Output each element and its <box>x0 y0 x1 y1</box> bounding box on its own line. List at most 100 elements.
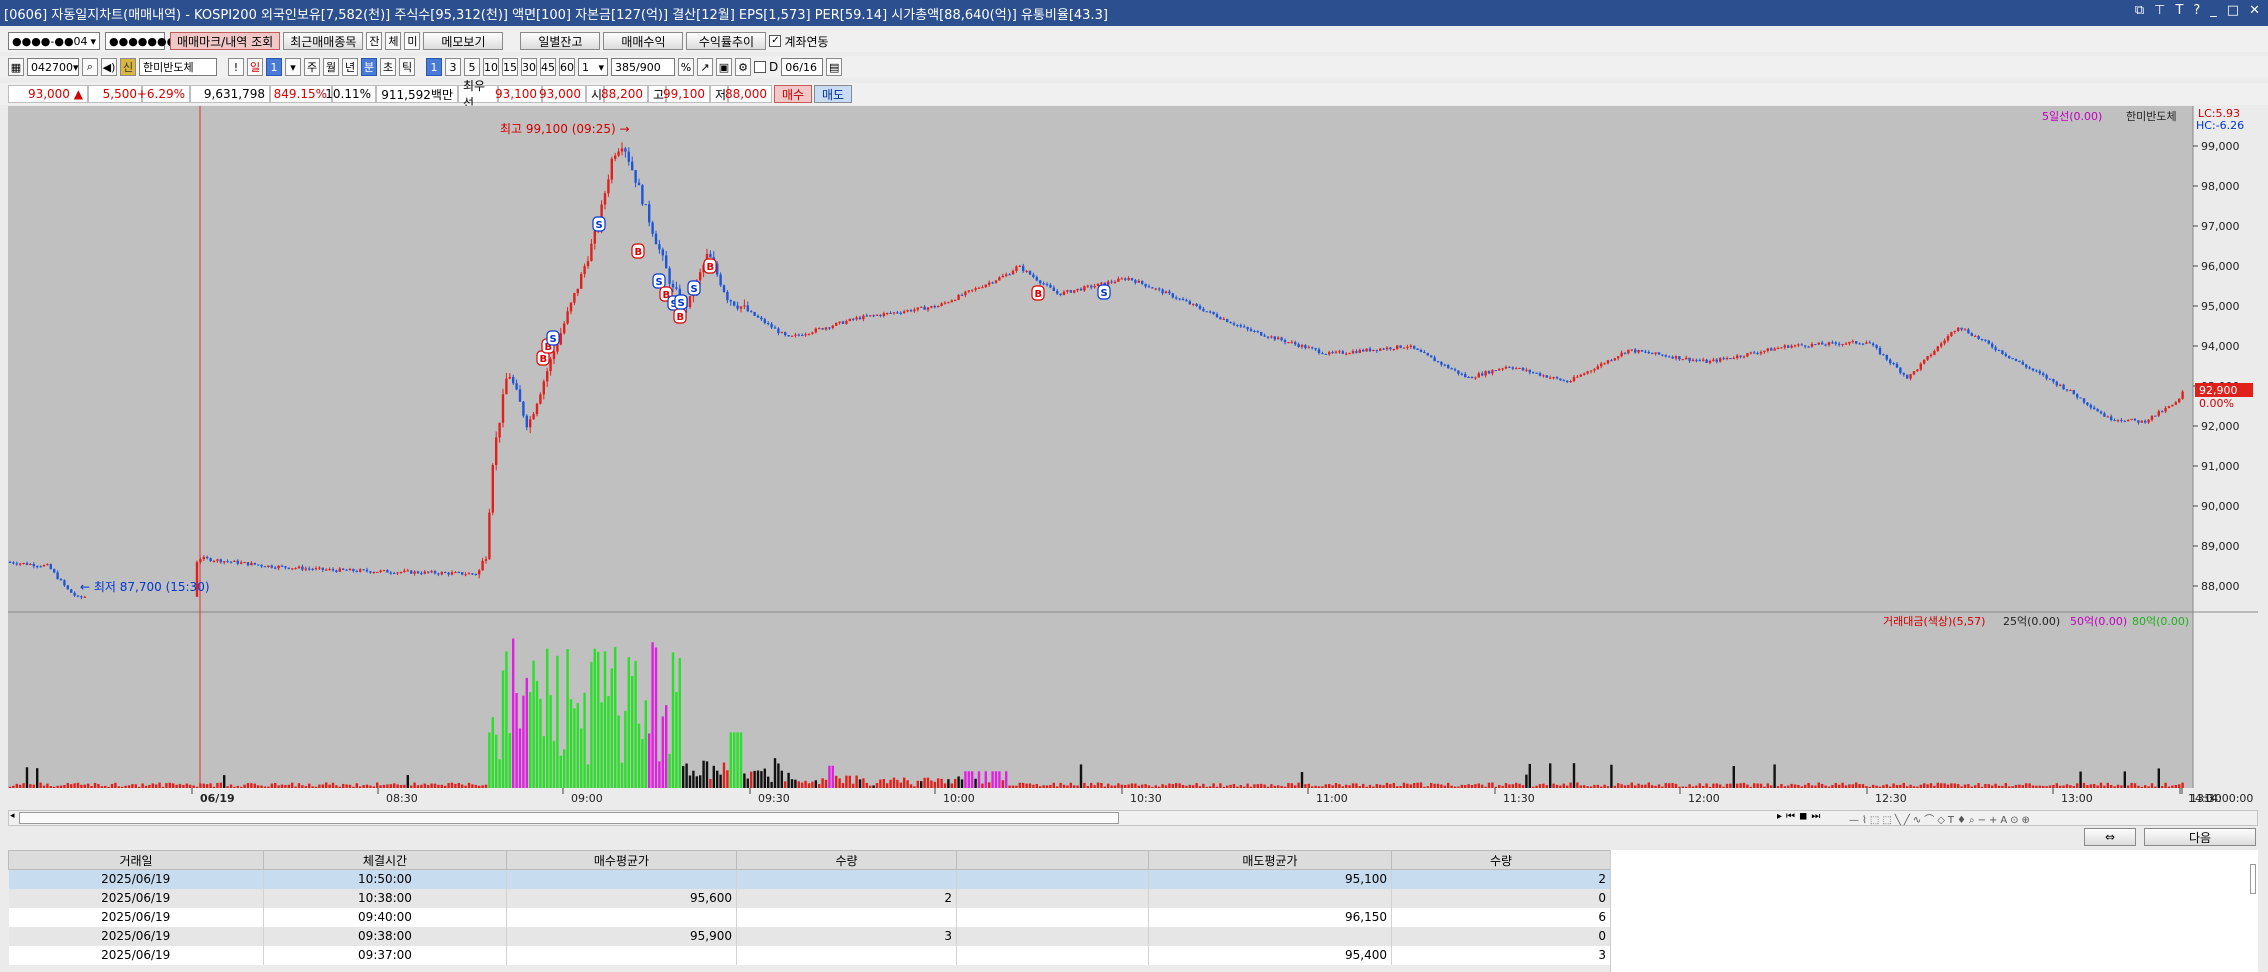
restore-icon[interactable]: ⧉ <box>2135 3 2144 18</box>
volume-bar <box>66 783 69 788</box>
candle-body <box>923 306 926 310</box>
volume-bar <box>2028 783 2031 788</box>
table-row[interactable]: 2025/06/19 10:50:00 95,100 2 <box>8 869 1611 889</box>
trade-mark-query-button[interactable]: 매매마크/내역 조회 <box>170 32 281 50</box>
candle-body <box>821 328 824 330</box>
volume-bar <box>1664 783 1667 788</box>
period-minute-button[interactable]: 분 <box>361 58 377 76</box>
next-button[interactable]: 다음 <box>2144 828 2256 846</box>
volume-bar <box>1256 784 1259 788</box>
period-tick-button[interactable]: 틱 <box>399 58 415 76</box>
sell-button[interactable]: 매도 <box>814 85 852 103</box>
minute-3-button[interactable]: 3 <box>445 58 461 76</box>
buy-button[interactable]: 매수 <box>774 85 812 103</box>
candle-body <box>1651 353 1654 355</box>
volume-bar <box>1324 784 1327 788</box>
chevron-down-icon[interactable]: ▾ <box>285 58 301 76</box>
settings-icon[interactable]: ⚙ <box>735 58 751 76</box>
candle-body <box>1698 360 1701 362</box>
minute-15-button[interactable]: 15 <box>502 58 518 76</box>
volume-bar <box>59 785 63 788</box>
candle-body <box>801 335 804 337</box>
speaker-icon[interactable]: ◀) <box>101 58 117 76</box>
scroll-thumb[interactable] <box>19 812 1119 824</box>
period-day-button[interactable]: 일 <box>247 58 263 76</box>
price-chart[interactable]: 99,00098,00097,00096,00095,00094,00093,0… <box>8 106 2258 808</box>
account-link-checkbox[interactable]: ✓ <box>769 35 782 47</box>
trend-icon[interactable]: ↗ <box>697 58 713 76</box>
profit-trend-button[interactable]: 수익률추이 <box>686 32 767 50</box>
drawing-tools-icons[interactable]: —⌇⬚⬚╲╱∿⌒◇T♦⌕−+A⊙⊕ <box>1849 811 2033 826</box>
volume-bar <box>1674 783 1678 788</box>
date-input[interactable]: 06/16 <box>781 58 824 76</box>
save-icon[interactable]: ▣ <box>716 58 732 76</box>
volume-bar <box>661 716 664 788</box>
day-count-field[interactable]: 1 <box>266 58 282 76</box>
maximize-icon[interactable]: □ <box>2227 3 2239 18</box>
unfilled-mini-button[interactable]: 미 <box>404 32 421 50</box>
minute-30-button[interactable]: 30 <box>521 58 537 76</box>
daily-balance-button[interactable]: 일별잔고 <box>520 32 601 50</box>
volume-bar <box>1569 782 1572 788</box>
volume-bar <box>1532 786 1535 788</box>
volume-bar <box>457 782 460 788</box>
trade-profit-button[interactable]: 매매수익 <box>603 32 684 50</box>
playback-icons[interactable]: ▸⏮◼⏭ <box>1777 811 1824 822</box>
table-row[interactable]: 2025/06/19 09:37:00 95,400 3 <box>8 945 1611 965</box>
marker-label: S <box>656 277 663 288</box>
candle-body <box>1158 288 1161 290</box>
table-row[interactable]: 2025/06/19 09:40:00 96,150 6 <box>8 907 1611 927</box>
alert-button[interactable]: ! <box>228 58 244 76</box>
volume-bar <box>831 765 834 788</box>
minute-10-button[interactable]: 10 <box>483 58 499 76</box>
minute-60-button[interactable]: 60 <box>559 58 575 76</box>
grid-icon[interactable]: ▦ <box>8 58 24 76</box>
minute-1-button[interactable]: 1 <box>426 58 442 76</box>
period-month-button[interactable]: 월 <box>323 58 339 76</box>
bar-count-field[interactable]: 385/900 <box>611 58 675 76</box>
pin-icon[interactable]: ⊤ <box>2154 3 2165 18</box>
collapse-button[interactable]: ⇔ <box>2084 828 2136 846</box>
volume-bar <box>1229 784 1232 788</box>
scroll-left-icon[interactable]: ◂ <box>10 811 15 821</box>
memo-button[interactable]: 메모보기 <box>423 32 504 50</box>
volume-bar <box>872 785 875 788</box>
volume-bar <box>1688 784 1691 788</box>
close-icon[interactable]: ✕ <box>2249 3 2260 18</box>
chart-scrollbar[interactable]: ◂ ▸⏮◼⏭ —⌇⬚⬚╲╱∿⌒◇T♦⌕−+A⊙⊕ <box>8 810 2258 826</box>
count-select[interactable]: 1 ▾ <box>578 58 608 76</box>
volume-bar <box>257 785 260 788</box>
table-scrollbar[interactable] <box>2250 864 2256 894</box>
volume-bar <box>2147 786 2150 788</box>
volume-bar <box>1042 785 1045 788</box>
volume-bar <box>1841 782 1844 788</box>
minute-45-button[interactable]: 45 <box>540 58 556 76</box>
filled-mini-button[interactable]: 체 <box>385 32 402 50</box>
calendar-icon[interactable]: ▤ <box>826 58 843 76</box>
candle-body <box>1817 342 1820 345</box>
stock-code-input[interactable]: 042700 ▾ <box>27 58 79 76</box>
candle-body <box>1215 314 1219 318</box>
search-icon[interactable]: ⌕ <box>82 58 98 76</box>
volume-bar <box>1215 786 1219 788</box>
password-field[interactable]: ●●●●●●●● <box>105 32 186 50</box>
help-icon[interactable]: ? <box>2193 3 2200 18</box>
period-second-button[interactable]: 초 <box>380 58 396 76</box>
minimize-icon[interactable]: _ <box>2210 3 2217 18</box>
period-year-button[interactable]: 년 <box>342 58 358 76</box>
candle-body <box>1117 278 1120 282</box>
minute-5-button[interactable]: 5 <box>464 58 480 76</box>
col-buy-qty: 수량 <box>736 850 957 870</box>
percent-icon[interactable]: % <box>678 58 694 76</box>
table-row[interactable]: 2025/06/19 10:38:00 95,600 2 0 <box>8 888 1611 908</box>
period-week-button[interactable]: 주 <box>304 58 320 76</box>
chevron-down-icon: ▾ <box>73 60 79 74</box>
date-checkbox[interactable] <box>754 61 766 73</box>
balance-mini-button[interactable]: 잔 <box>366 32 383 50</box>
font-icon[interactable]: T <box>2175 3 2183 18</box>
recent-trade-button[interactable]: 최근매매종목 <box>283 32 364 50</box>
account-select[interactable]: ●●●●-●●04 ▾ <box>8 32 100 50</box>
volume-bar <box>1773 764 1776 788</box>
volume-bar <box>440 784 443 788</box>
table-row[interactable]: 2025/06/19 09:38:00 95,900 3 0 <box>8 926 1611 946</box>
